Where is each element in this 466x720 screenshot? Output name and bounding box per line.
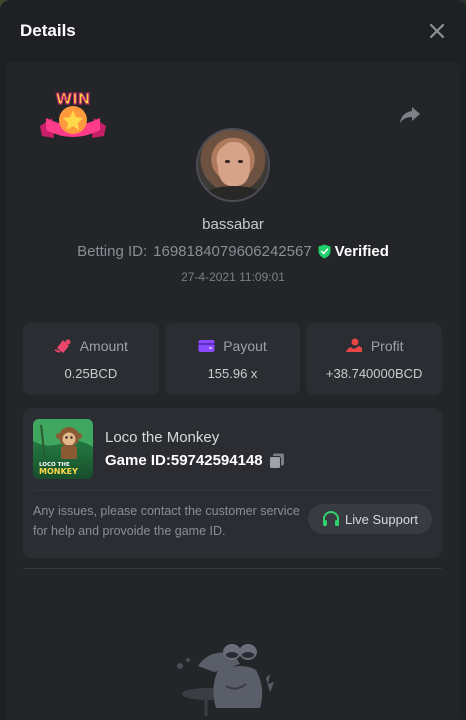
live-support-button[interactable]: Live Support (308, 504, 432, 534)
stat-card-amount: Amount 0.25BCD (23, 323, 159, 395)
thumb-title-bottom: MONKEY (39, 467, 78, 476)
verified-badge: Verified (318, 243, 389, 260)
betting-id-row: Betting ID: 1698184079606242567 Verified (0, 243, 466, 260)
stats-row: Amount 0.25BCD Payout 155.96 x Profit +3… (23, 323, 443, 395)
crocodile-mascot-icon (177, 644, 274, 716)
bet-timestamp: 27-4-2021 11:09:01 (181, 270, 285, 284)
stat-value-amount: 0.25BCD (64, 365, 118, 381)
stat-label-profit: Profit (370, 337, 404, 354)
game-card-divider (33, 490, 432, 491)
game-thumbnail[interactable]: LOCO THE MONKEY (33, 419, 93, 479)
close-button[interactable] (426, 20, 448, 42)
game-name[interactable]: Loco the Monkey (105, 429, 219, 446)
betting-id-value: 1698184079606242567 (153, 243, 312, 260)
support-message: Any issues, please contact the customer … (33, 504, 300, 538)
avatar-shirt (202, 186, 266, 200)
username[interactable]: bassabar (0, 216, 466, 233)
game-id-row: Game ID:59742594148 (105, 452, 285, 469)
stat-value-payout: 155.96 x (207, 365, 258, 381)
profit-icon (345, 338, 362, 352)
details-modal: Details WIN bassabar Betting ID: 1698184… (0, 0, 466, 720)
wallet-icon (198, 339, 215, 352)
shield-check-icon (318, 244, 331, 259)
game-id-label: Game ID: (105, 452, 171, 469)
win-badge-text: WIN (56, 90, 91, 108)
stat-value-profit: +38.740000BCD (325, 365, 423, 381)
close-icon (429, 23, 445, 39)
stat-card-profit: Profit +38.740000BCD (306, 323, 443, 395)
avatar-eye (225, 160, 230, 163)
copy-game-id-button[interactable] (268, 453, 285, 469)
headset-icon (323, 511, 339, 526)
amount-icon (54, 339, 71, 353)
verified-label: Verified (334, 243, 389, 260)
modal-header: Details (0, 0, 466, 62)
monkey-game-art: LOCO THE MONKEY (33, 419, 93, 476)
avatar-eye (238, 160, 243, 163)
avatar-face (218, 142, 250, 186)
share-button[interactable] (398, 104, 422, 126)
game-card: LOCO THE MONKEY Loco the Monkey Game ID:… (23, 408, 442, 558)
game-id-value: 59742594148 (170, 452, 263, 469)
live-support-label: Live Support (345, 511, 418, 527)
modal-title: Details (20, 21, 76, 40)
copy-icon (268, 453, 284, 469)
stat-label-amount: Amount (79, 337, 128, 354)
betting-id-label: Betting ID: (77, 243, 148, 260)
win-badge-icon: WIN (40, 89, 106, 138)
stat-card-payout: Payout 155.96 x (164, 323, 301, 395)
avatar[interactable] (196, 128, 270, 202)
share-icon (400, 107, 420, 123)
stat-label-payout: Payout (223, 337, 267, 354)
section-divider (23, 568, 442, 569)
